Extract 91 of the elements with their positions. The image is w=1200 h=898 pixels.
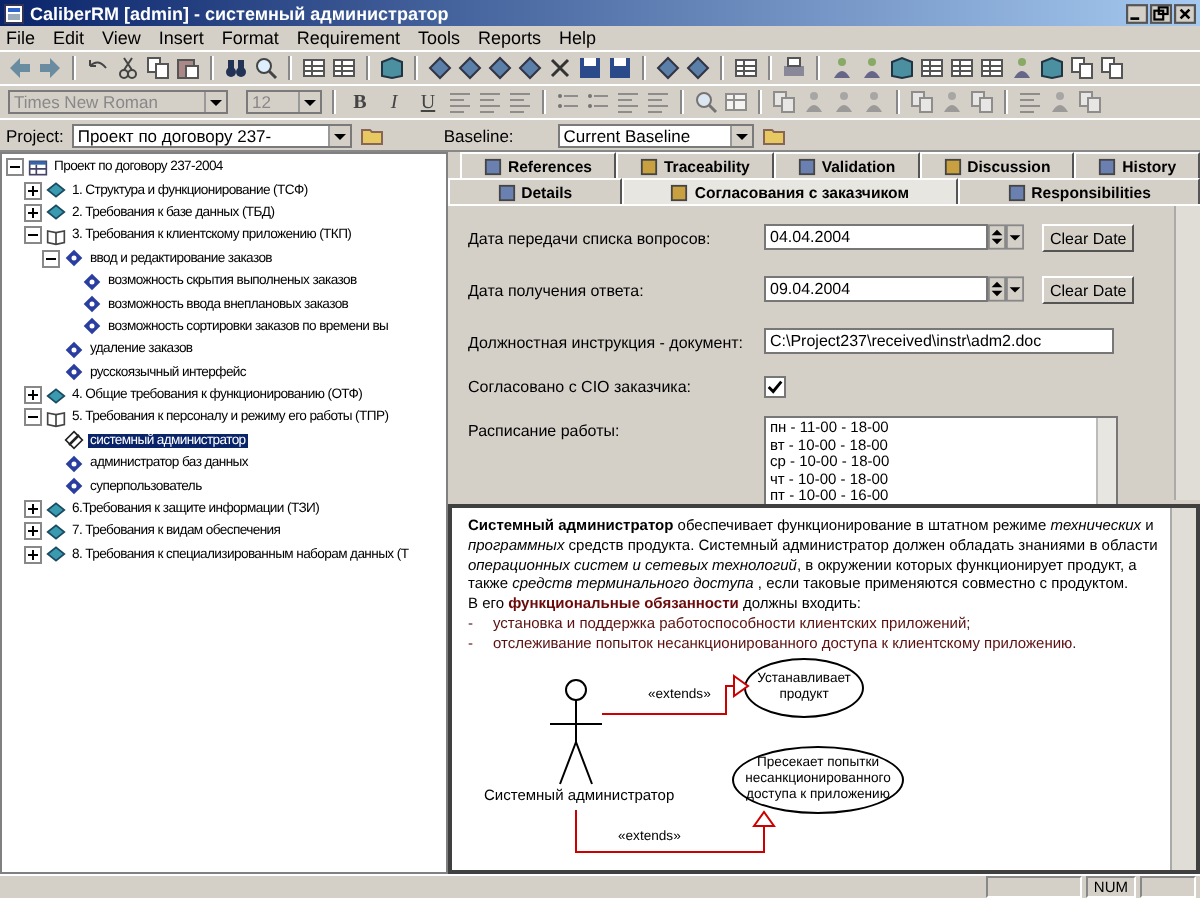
expander-icon[interactable] [24,522,42,541]
menu-item[interactable]: View [102,28,141,48]
document-path-field[interactable]: C:\Project237\received\instr\adm2.doc [764,328,1114,354]
floppy-icon[interactable] [578,56,602,80]
diamond-icon[interactable] [686,56,710,80]
clear-date-button[interactable]: Clear Date [1042,224,1135,252]
diamond-icon[interactable] [518,56,542,80]
paste-icon[interactable] [176,56,200,80]
floppy-icon[interactable] [608,56,632,80]
status-panel [1140,876,1196,898]
diamond-icon [64,339,84,360]
grid-icon[interactable] [734,56,758,80]
minimize-icon[interactable] [1126,3,1148,23]
expander-icon[interactable] [42,249,60,268]
window-title: CaliberRM [admin] - системный администратор [30,3,449,23]
spinner-icon[interactable] [988,276,1006,302]
menu-item[interactable]: Edit [53,28,85,48]
folder-icon[interactable] [359,123,384,147]
expander-icon[interactable] [24,386,42,405]
scrollbar[interactable] [1174,206,1200,500]
expander-icon[interactable] [24,545,42,564]
scrollbar[interactable] [1096,418,1116,506]
table-icon [28,157,48,178]
menu-item[interactable]: File [6,28,36,48]
baseline-label: Baseline: [443,125,514,145]
printer-icon[interactable] [782,56,806,80]
tab-icon [1098,157,1117,175]
diamond-icon[interactable] [656,56,680,80]
diamond-icon [82,271,102,292]
copy-icon[interactable] [1070,56,1094,80]
field-label: Согласовано с CIO заказчика: [468,376,694,396]
date-field[interactable]: 04.04.2004 [764,224,988,250]
project-label: Project: [6,125,64,145]
diamond-icon [64,476,84,497]
diamond-icon[interactable] [458,56,482,80]
copy-icon[interactable] [1100,56,1124,80]
expander-icon[interactable] [24,408,42,427]
copy-icon[interactable] [146,56,170,80]
open-book-icon [46,407,66,428]
menu-item[interactable]: Help [558,28,596,48]
field-label: Дата получения ответа: [468,280,646,300]
expander-icon[interactable] [24,203,42,222]
field-label: Расписание работы: [468,420,622,440]
expander-icon[interactable] [24,181,42,200]
tab-icon [797,157,816,175]
diamond-icon [64,362,84,383]
expander-icon[interactable] [24,500,42,519]
diamond-icon[interactable] [428,56,452,80]
scissors-icon[interactable] [116,56,140,80]
close-icon[interactable] [1174,3,1196,23]
field-label: Дата передачи списка вопросов: [468,228,713,248]
diamond-icon [82,294,102,315]
project-dropdown[interactable]: Проект по договору 237- [71,123,352,147]
checkbox[interactable] [764,376,786,398]
menu-item[interactable]: Requirement [296,28,400,48]
diamond-icon[interactable] [488,56,512,80]
menu-item[interactable]: Tools [417,28,460,48]
grid-icon[interactable] [920,56,944,80]
field-label: Должностная инструкция - документ: [468,332,746,352]
binoculars-icon[interactable] [224,56,248,80]
spinner-icon[interactable] [988,224,1006,250]
person-icon[interactable] [1010,56,1034,80]
folder-icon[interactable] [761,123,786,147]
magnifier-icon[interactable] [694,90,718,114]
magnifier-icon[interactable] [254,56,278,80]
menu-item[interactable]: Insert [158,28,204,48]
x-mark-icon[interactable] [548,56,572,80]
diamond-icon [82,316,102,337]
restore-icon[interactable] [1150,3,1172,23]
grid-icon[interactable] [980,56,1004,80]
scrollbar[interactable] [1170,508,1196,870]
menu-item[interactable]: Reports [477,28,541,48]
status-panel [985,876,1082,898]
menu-item[interactable]: Format [221,28,279,48]
diamond-icon [64,248,84,269]
expander-icon[interactable] [6,158,24,177]
actor-figure [548,677,604,786]
expander-icon[interactable] [24,226,42,245]
grid-icon[interactable] [950,56,974,80]
clear-date-button[interactable]: Clear Date [1042,276,1135,304]
open-book-icon [46,225,66,246]
app-icon [4,3,24,23]
grid-icon[interactable] [302,56,326,80]
person-icon[interactable] [860,56,884,80]
baseline-dropdown[interactable]: Current Baseline [557,123,754,147]
date-field[interactable]: 09.04.2004 [764,276,988,302]
tab-icon [1007,183,1026,201]
grid-icon[interactable] [332,56,356,80]
tab-icon [943,157,962,175]
person-icon[interactable] [830,56,854,80]
diamond-icon [64,453,84,474]
